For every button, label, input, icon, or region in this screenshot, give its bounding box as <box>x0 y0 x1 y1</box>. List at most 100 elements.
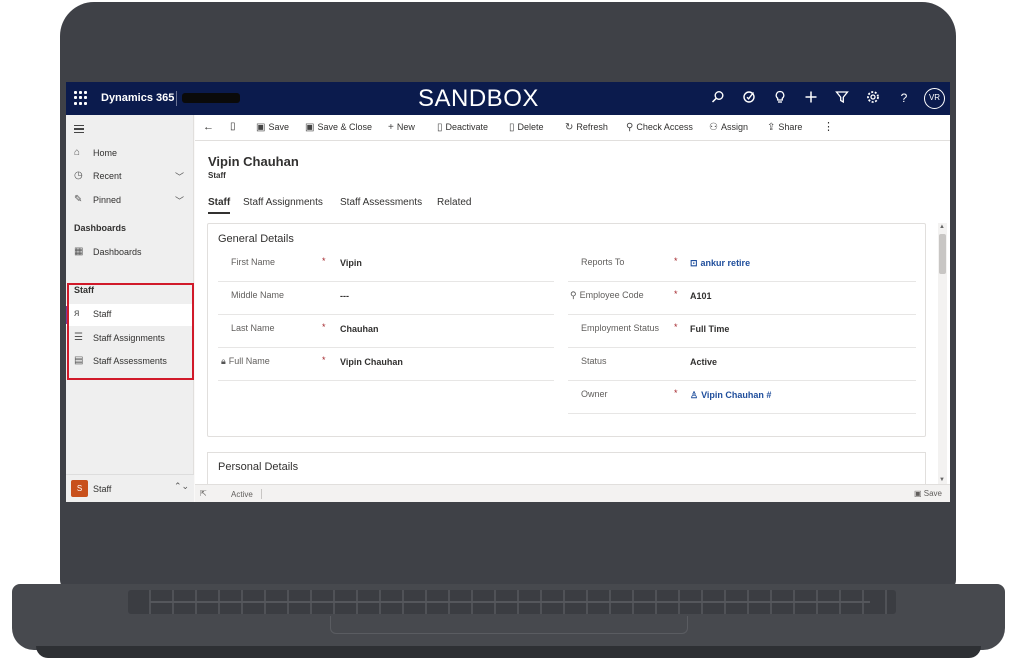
lightbulb-icon[interactable] <box>772 90 788 106</box>
app-brand[interactable]: Dynamics 365 <box>101 92 174 104</box>
required-indicator: * <box>674 388 678 398</box>
form-icon[interactable]: ▯ <box>230 121 236 132</box>
field-label: Reports To <box>581 257 625 267</box>
sidebar-item-label: Dashboards <box>93 247 142 257</box>
search-key-icon: ⚲ <box>570 290 577 300</box>
field-label: Last Name <box>231 323 275 333</box>
sidebar-item-recent[interactable]: ◷ Recent ﹀ <box>66 166 194 188</box>
help-icon[interactable]: ? <box>896 90 912 106</box>
clock-icon: ◷ <box>74 170 83 181</box>
save-close-button-label: Save & Close <box>317 122 372 132</box>
user-avatar[interactable]: VR <box>924 88 945 109</box>
share-button[interactable]: ⇪ Share <box>767 122 802 133</box>
scroll-down-icon[interactable]: ▼ <box>939 477 945 483</box>
field-first-name: First Name * Vipin <box>218 249 554 282</box>
assign-button-label: Assign <box>720 122 748 132</box>
search-icon[interactable] <box>710 90 726 106</box>
tab-related[interactable]: Related <box>437 197 471 208</box>
field-full-name: 🔒︎ Full Name * Vipin Chauhan <box>218 348 554 381</box>
check-access-button-label: Check Access <box>636 122 693 132</box>
chevron-updown-icon: ⌃⌄ <box>174 481 190 491</box>
pin-icon: ✎ <box>74 194 83 205</box>
save-icon: ▣ <box>913 489 924 498</box>
new-button[interactable]: + New <box>388 122 415 133</box>
required-indicator: * <box>322 256 326 266</box>
laptop-trackpad <box>330 616 688 634</box>
app-screen: Dynamics 365 SANDBOX ? VR ⌂ Home ◷ Recen… <box>66 82 950 502</box>
task-flow-icon[interactable] <box>741 90 757 106</box>
deactivate-button-label: Deactivate <box>445 122 489 132</box>
field-employment-status: Employment Status * Full Time <box>568 315 916 348</box>
sidebar-item-home[interactable]: ⌂ Home <box>66 143 194 165</box>
status-footer: ⇱ Active ▣ Save <box>195 484 950 502</box>
hamburger-menu-icon[interactable] <box>74 125 84 133</box>
status-value[interactable]: Active <box>690 357 717 367</box>
field-label: Owner <box>581 389 608 399</box>
assign-button[interactable]: ⚇ Assign <box>709 122 748 133</box>
sidebar-item-pinned[interactable]: ✎ Pinned ﹀ <box>66 190 194 212</box>
sidebar-item-label: Home <box>93 148 118 158</box>
share-icon: ⇪ <box>767 122 776 133</box>
save-close-button[interactable]: ▣ Save & Close <box>305 122 372 133</box>
chevron-down-icon[interactable]: ﹀ <box>175 194 184 207</box>
first-name-input[interactable]: Vipin <box>340 258 362 268</box>
save-button[interactable]: ▣ Save <box>256 122 289 133</box>
save-icon: ▣ <box>256 122 266 133</box>
more-commands-icon[interactable]: ⋮ <box>823 120 834 133</box>
share-button-label: Share <box>778 122 803 132</box>
key-search-icon: ⚲ <box>626 122 634 133</box>
section-title: Personal Details <box>218 461 299 473</box>
required-indicator: * <box>322 322 326 332</box>
refresh-button[interactable]: ↻ Refresh <box>565 122 608 133</box>
middle-name-input[interactable]: --- <box>340 291 349 301</box>
scroll-up-icon[interactable]: ▲ <box>939 224 945 230</box>
plus-icon[interactable] <box>803 90 819 106</box>
save-close-icon: ▣ <box>305 122 315 133</box>
laptop-keyboard-row <box>150 601 870 603</box>
sidebar-item-dashboards[interactable]: ▦ Dashboards <box>66 242 194 264</box>
main-content: ← ▯ ▣ Save ▣ Save & Close + New ▯ Deactivate… <box>195 115 950 502</box>
chevron-down-icon[interactable]: ﹀ <box>175 170 184 183</box>
reports-to-lookup[interactable]: ⊡ ankur retire <box>690 258 750 269</box>
back-arrow-icon[interactable]: ← <box>203 121 214 133</box>
app-launcher-icon[interactable] <box>74 91 88 105</box>
refresh-button-label: Refresh <box>576 122 608 132</box>
dashboard-icon: ▦ <box>74 246 84 257</box>
form-scrollbar[interactable]: ▲ ▼ <box>938 223 947 489</box>
delete-button[interactable]: ▯ Delete <box>509 122 544 133</box>
tab-staff-assignments[interactable]: Staff Assignments <box>243 197 323 208</box>
sidebar-group-dashboards: Dashboards <box>74 223 127 233</box>
deactivate-icon: ▯ <box>437 122 443 133</box>
entity-icon: ⊡ <box>690 258 698 268</box>
employee-code-input[interactable]: A101 <box>690 291 712 301</box>
trash-icon: ▯ <box>509 122 515 133</box>
last-name-input[interactable]: Chauhan <box>340 324 379 334</box>
field-employee-code: ⚲ Employee Code * A101 <box>568 282 916 315</box>
field-label-wrap: 🔒︎ Full Name <box>221 356 270 367</box>
field-last-name: Last Name * Chauhan <box>218 315 554 348</box>
check-access-button[interactable]: ⚲ Check Access <box>626 122 693 133</box>
full-name-value: Vipin Chauhan <box>340 357 403 367</box>
tab-staff[interactable]: Staff <box>208 197 231 214</box>
footer-save-label: Save <box>923 489 942 498</box>
area-switcher[interactable]: S Staff ⌃⌄ <box>66 474 194 502</box>
sidebar-item-label: Recent <box>93 171 122 181</box>
laptop-base-edge <box>36 646 981 658</box>
deactivate-button[interactable]: ▯ Deactivate <box>437 122 488 133</box>
employment-status-select[interactable]: Full Time <box>690 324 729 334</box>
tab-staff-assessments[interactable]: Staff Assessments <box>340 197 422 208</box>
open-in-window-icon[interactable]: ⇱ <box>200 489 207 498</box>
field-middle-name: Middle Name --- <box>218 282 554 315</box>
settings-icon[interactable] <box>865 90 881 106</box>
general-details-section: General Details First Name * Vipin Middl… <box>207 223 926 437</box>
footer-save-button[interactable]: ▣ Save <box>914 489 942 498</box>
save-button-label: Save <box>268 122 289 132</box>
footer-divider <box>261 489 262 499</box>
reports-to-value: ankur retire <box>700 258 751 268</box>
filter-icon[interactable] <box>834 90 850 106</box>
required-indicator: * <box>674 322 678 332</box>
scrollbar-thumb[interactable] <box>939 234 946 274</box>
required-indicator: * <box>322 355 326 365</box>
record-entity: Staff <box>208 171 226 180</box>
owner-lookup[interactable]: ♙ Vipin Chauhan # <box>690 390 771 401</box>
